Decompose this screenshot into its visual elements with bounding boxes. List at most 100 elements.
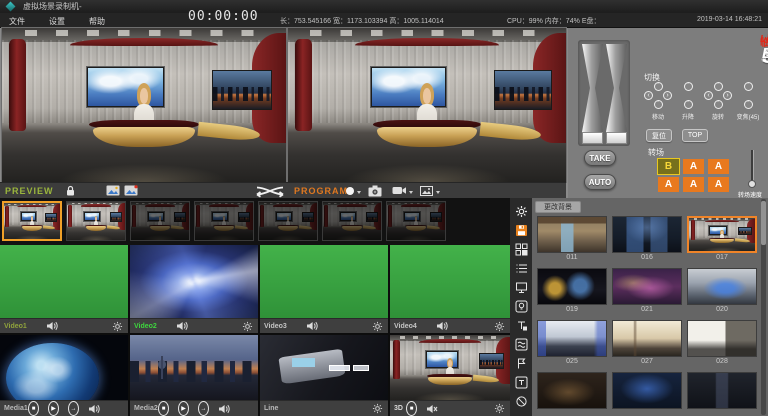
pad-down-button[interactable]: ˇ: [684, 100, 693, 109]
shot-thumbnail[interactable]: [258, 201, 318, 241]
source-video4[interactable]: Video4: [390, 245, 510, 333]
auto-button[interactable]: AUTO: [584, 174, 616, 190]
settings-gear-icon[interactable]: [514, 204, 528, 218]
scene-item[interactable]: [612, 372, 682, 416]
scene-item[interactable]: 016: [612, 216, 682, 263]
transition-bus-button[interactable]: A: [683, 177, 704, 192]
scene-thumbnail: [537, 320, 607, 357]
pad-up-button[interactable]: ˆ: [684, 82, 693, 91]
speaker-icon[interactable]: [218, 401, 230, 416]
transition-bus-button[interactable]: A: [683, 159, 704, 174]
scene-panel: 更改背景 011 016 017 019 021 020 025027028: [532, 198, 768, 416]
gear-icon[interactable]: [494, 401, 505, 416]
shot-thumbnail[interactable]: [386, 201, 446, 241]
speaker-icon[interactable]: [436, 319, 448, 333]
scene-item[interactable]: 020: [687, 268, 757, 315]
scene-scrollbar[interactable]: [761, 199, 766, 415]
scene-item[interactable]: 011: [537, 216, 607, 263]
transition-speed-slider[interactable]: [751, 150, 753, 184]
scene-item[interactable]: 028: [687, 320, 757, 367]
scene-thumbnail: [537, 216, 607, 253]
t-bar-handle[interactable]: [606, 132, 627, 144]
transition-bus-button[interactable]: B: [658, 159, 679, 174]
studio-scene-image: [259, 202, 317, 240]
gear-icon[interactable]: [242, 319, 253, 333]
source-3d[interactable]: 3D■: [390, 335, 510, 416]
record-dropdown-caret[interactable]: [357, 191, 361, 194]
gear-icon[interactable]: [372, 319, 383, 333]
picture-dropdown-caret[interactable]: [436, 191, 440, 194]
source-image: [260, 335, 388, 400]
flag-icon[interactable]: [514, 356, 528, 370]
save-icon[interactable]: [514, 223, 528, 237]
shot-thumbnail[interactable]: [2, 201, 62, 241]
pad-left-button[interactable]: ‹: [704, 91, 713, 100]
source-media2[interactable]: Media2■▶→: [130, 335, 258, 416]
scene-number: 021: [612, 305, 682, 315]
layers-icon[interactable]: [514, 337, 528, 351]
gear-icon[interactable]: [112, 319, 123, 333]
text-tool-icon[interactable]: [514, 318, 528, 332]
transition-bus-button[interactable]: A: [708, 177, 729, 192]
bulb-icon[interactable]: [514, 299, 528, 313]
shot-thumbnail[interactable]: [66, 201, 126, 241]
record-icon[interactable]: [346, 187, 354, 195]
scene-thumbnail: [612, 372, 682, 409]
source-name: Video4: [390, 319, 417, 333]
speaker-icon[interactable]: [46, 319, 58, 333]
program-label: PROGRAM: [294, 186, 348, 196]
scene-item[interactable]: [537, 372, 607, 416]
camcorder-dropdown-caret[interactable]: [409, 191, 413, 194]
pad-up-button[interactable]: ˆ: [714, 82, 723, 91]
layout-grid-icon[interactable]: [514, 242, 528, 256]
pad-up-button[interactable]: ˆ: [654, 82, 663, 91]
title-text-icon[interactable]: [514, 375, 528, 389]
menu-item[interactable]: 帮助: [86, 15, 108, 28]
source-video1[interactable]: Video1: [0, 245, 128, 333]
top-button[interactable]: TOP: [682, 129, 708, 142]
scene-number: 016: [612, 253, 682, 263]
gear-icon[interactable]: [372, 401, 383, 416]
list-icon[interactable]: [514, 261, 528, 275]
ban-icon[interactable]: [514, 394, 528, 408]
transition-bus-button[interactable]: A: [658, 177, 679, 192]
reset-button[interactable]: 复位: [646, 129, 672, 142]
speaker-icon[interactable]: [306, 319, 318, 333]
transition-speed-knob[interactable]: [748, 180, 756, 188]
scene-item[interactable]: 017: [687, 216, 757, 263]
scene-item[interactable]: 021: [612, 268, 682, 315]
scrollbar-thumb[interactable]: [761, 201, 766, 245]
shot-thumbnail[interactable]: [194, 201, 254, 241]
source-video3[interactable]: Video3: [260, 245, 388, 333]
transition-bus-button[interactable]: A: [708, 159, 729, 174]
pad-down-button[interactable]: ˇ: [654, 100, 663, 109]
shot-thumbnail[interactable]: [322, 201, 382, 241]
speaker-icon[interactable]: [176, 319, 188, 333]
timecode: 00:00:00: [188, 9, 259, 24]
pad-right-button[interactable]: ›: [723, 91, 732, 100]
scene-item[interactable]: [687, 372, 757, 416]
take-button[interactable]: TAKE: [584, 150, 616, 166]
speaker-muted-icon[interactable]: [426, 401, 438, 416]
pad-up-button[interactable]: ˆ: [744, 82, 753, 91]
studio-scene-image: [131, 202, 189, 240]
t-bar-handle[interactable]: [582, 132, 603, 144]
monitor-icon[interactable]: [514, 280, 528, 294]
pad-down-button[interactable]: ˇ: [714, 100, 723, 109]
menu-item[interactable]: 设置: [46, 15, 68, 28]
scene-item[interactable]: 027: [612, 320, 682, 367]
menu-item[interactable]: 文件: [6, 15, 28, 28]
scene-item[interactable]: 025: [537, 320, 607, 367]
speaker-icon[interactable]: [88, 401, 100, 416]
source-media1[interactable]: Media1■▶→: [0, 335, 128, 416]
pad-left-button[interactable]: ‹: [644, 91, 653, 100]
shot-thumbnail[interactable]: [130, 201, 190, 241]
source-video2[interactable]: Video2: [130, 245, 258, 333]
source-line[interactable]: Line: [260, 335, 388, 416]
scene-tab[interactable]: 更改背景: [535, 201, 581, 213]
datetime: 2019-03-14 16:48:21: [697, 16, 762, 23]
pad-right-button[interactable]: ›: [663, 91, 672, 100]
gear-icon[interactable]: [494, 319, 505, 333]
scene-item[interactable]: 019: [537, 268, 607, 315]
pad-down-button[interactable]: ˇ: [744, 100, 753, 109]
